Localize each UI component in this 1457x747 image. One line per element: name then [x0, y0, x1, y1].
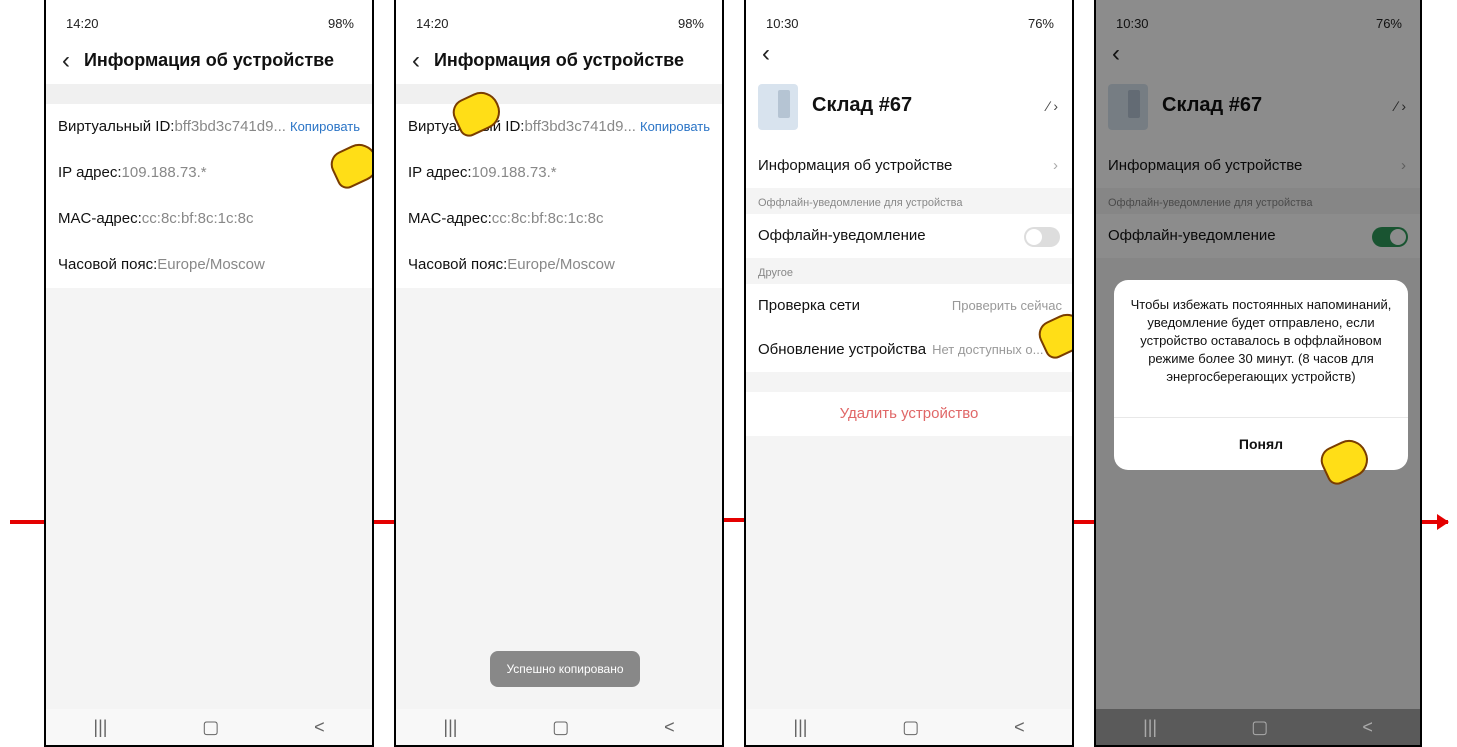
- chevron-right-icon: ›: [1053, 157, 1058, 174]
- delete-device-button[interactable]: Удалить устройство: [746, 392, 1072, 436]
- status-bar: 14:20 98%: [396, 0, 722, 38]
- edit-icon[interactable]: ∕ ›: [1047, 98, 1058, 114]
- mac-value: cc:8c:bf:8c:1c:8c: [141, 210, 254, 227]
- recent-apps-icon[interactable]: |||: [1143, 717, 1157, 738]
- ip-value: 109.188.73.*: [471, 164, 557, 181]
- offline-section-label: Оффлайн-уведомление для устройства: [746, 188, 1072, 214]
- home-icon[interactable]: ▢: [552, 717, 569, 738]
- timezone-row: Часовой пояс:Europe/Moscow: [46, 242, 372, 288]
- status-bar: 10:30 76%: [746, 0, 1072, 38]
- home-icon[interactable]: ▢: [202, 717, 219, 738]
- ip-row: IP адрес:109.188.73.*: [396, 150, 722, 196]
- ip-value: 109.188.73.*: [121, 164, 207, 181]
- status-time: 10:30: [766, 16, 799, 31]
- info-list: Виртуальный ID:bff3bd3c741d9... Копирова…: [46, 104, 372, 288]
- battery-level: 98%: [677, 16, 704, 31]
- device-update-row[interactable]: Обновление устройства Нет доступных о... …: [746, 328, 1072, 372]
- page-title: Информация об устройстве: [433, 50, 685, 70]
- system-nav: ||| ▢ <: [46, 709, 372, 745]
- recent-apps-icon[interactable]: |||: [93, 717, 107, 738]
- spacer: [46, 84, 372, 104]
- timezone-label: Часовой пояс:: [58, 256, 158, 273]
- offline-notification-toggle[interactable]: [1024, 227, 1060, 247]
- system-nav: ||| ▢ <: [1096, 709, 1420, 745]
- mac-value: cc:8c:bf:8c:1c:8c: [491, 210, 604, 227]
- system-back-icon[interactable]: <: [664, 717, 675, 738]
- status-bar: 14:20 98%: [46, 0, 372, 38]
- top-nav: ‹ Информация об устройстве: [46, 38, 372, 84]
- system-nav: ||| ▢ <: [396, 709, 722, 745]
- offline-info-dialog: Чтобы избежать постоянных напоминаний, у…: [1114, 280, 1408, 470]
- home-icon[interactable]: ▢: [1251, 717, 1268, 738]
- ip-label: IP адрес:: [58, 164, 122, 181]
- copy-button[interactable]: Копировать: [290, 104, 360, 150]
- top-nav: ‹ Информация об устройстве: [396, 38, 722, 84]
- screen-offline-dialog: 10:30 76% ‹ Склад #67 ∕ › Информация об …: [1094, 0, 1422, 747]
- copy-button[interactable]: Копировать: [640, 104, 710, 150]
- mac-row: MAC-адрес:cc:8c:bf:8c:1c:8c: [46, 196, 372, 242]
- timezone-row: Часовой пояс:Europe/Moscow: [396, 242, 722, 288]
- system-back-icon[interactable]: <: [314, 717, 325, 738]
- virtual-id-label: Виртуальный ID:: [58, 118, 175, 135]
- ip-row: IP адрес:109.188.73.*: [46, 150, 372, 196]
- ip-label: IP адрес:: [408, 164, 472, 181]
- virtual-id-value: bff3bd3c741d9...: [174, 118, 286, 135]
- battery-level: 98%: [327, 16, 354, 31]
- virtual-id-row: Виртуальный ID:bff3bd3c741d9... Копирова…: [396, 104, 722, 150]
- network-check-row[interactable]: Проверка сети Проверить сейчас: [746, 284, 1072, 328]
- page-title: Информация об устройстве: [83, 50, 335, 70]
- device-info-row[interactable]: Информация об устройстве ›: [746, 144, 1072, 188]
- device-header[interactable]: Склад #67 ∕ ›: [746, 70, 1072, 144]
- other-section-label: Другое: [746, 258, 1072, 284]
- device-update-value: Нет доступных о...: [932, 342, 1044, 357]
- mac-row: MAC-адрес:cc:8c:bf:8c:1c:8c: [396, 196, 722, 242]
- copied-toast: Успешно копировано: [490, 651, 640, 687]
- virtual-id-value: bff3bd3c741d9...: [524, 118, 636, 135]
- offline-notification-row: Оффлайн-уведомление: [746, 214, 1072, 258]
- virtual-id-row: Виртуальный ID:bff3bd3c741d9... Копирова…: [46, 104, 372, 150]
- top-nav: ‹: [746, 38, 1072, 70]
- mac-label: MAC-адрес:: [58, 210, 142, 227]
- home-icon[interactable]: ▢: [902, 717, 919, 738]
- status-time: 14:20: [66, 16, 99, 31]
- system-back-icon[interactable]: <: [1362, 717, 1373, 738]
- mac-label: MAC-адрес:: [408, 210, 492, 227]
- dialog-message: Чтобы избежать постоянных напоминаний, у…: [1130, 297, 1392, 384]
- timezone-value: Europe/Moscow: [507, 256, 615, 273]
- offline-notification-label: Оффлайн-уведомление: [758, 227, 926, 244]
- recent-apps-icon[interactable]: |||: [443, 717, 457, 738]
- network-check-label: Проверка сети: [758, 297, 860, 314]
- system-nav: ||| ▢ <: [746, 709, 1072, 745]
- screen-device-settings: 10:30 76% ‹ Склад #67 ∕ › Информация об …: [744, 0, 1074, 747]
- recent-apps-icon[interactable]: |||: [793, 717, 807, 738]
- status-time: 14:20: [416, 16, 449, 31]
- device-name: Склад #67: [812, 94, 913, 116]
- screen-device-info-1: 14:20 98% ‹ Информация об устройстве Вир…: [44, 0, 374, 747]
- timezone-value: Europe/Moscow: [157, 256, 265, 273]
- timezone-label: Часовой пояс:: [408, 256, 508, 273]
- device-thumbnail: [758, 84, 798, 130]
- battery-level: 76%: [1027, 16, 1054, 31]
- back-icon[interactable]: ‹: [762, 40, 770, 68]
- screen-device-info-2: 14:20 98% ‹ Информация об устройстве Вир…: [394, 0, 724, 747]
- device-info-label: Информация об устройстве: [758, 157, 953, 174]
- spacer: [396, 84, 722, 104]
- system-back-icon[interactable]: <: [1014, 717, 1025, 738]
- info-list: Виртуальный ID:bff3bd3c741d9... Копирова…: [396, 104, 722, 288]
- device-update-label: Обновление устройства: [758, 341, 927, 358]
